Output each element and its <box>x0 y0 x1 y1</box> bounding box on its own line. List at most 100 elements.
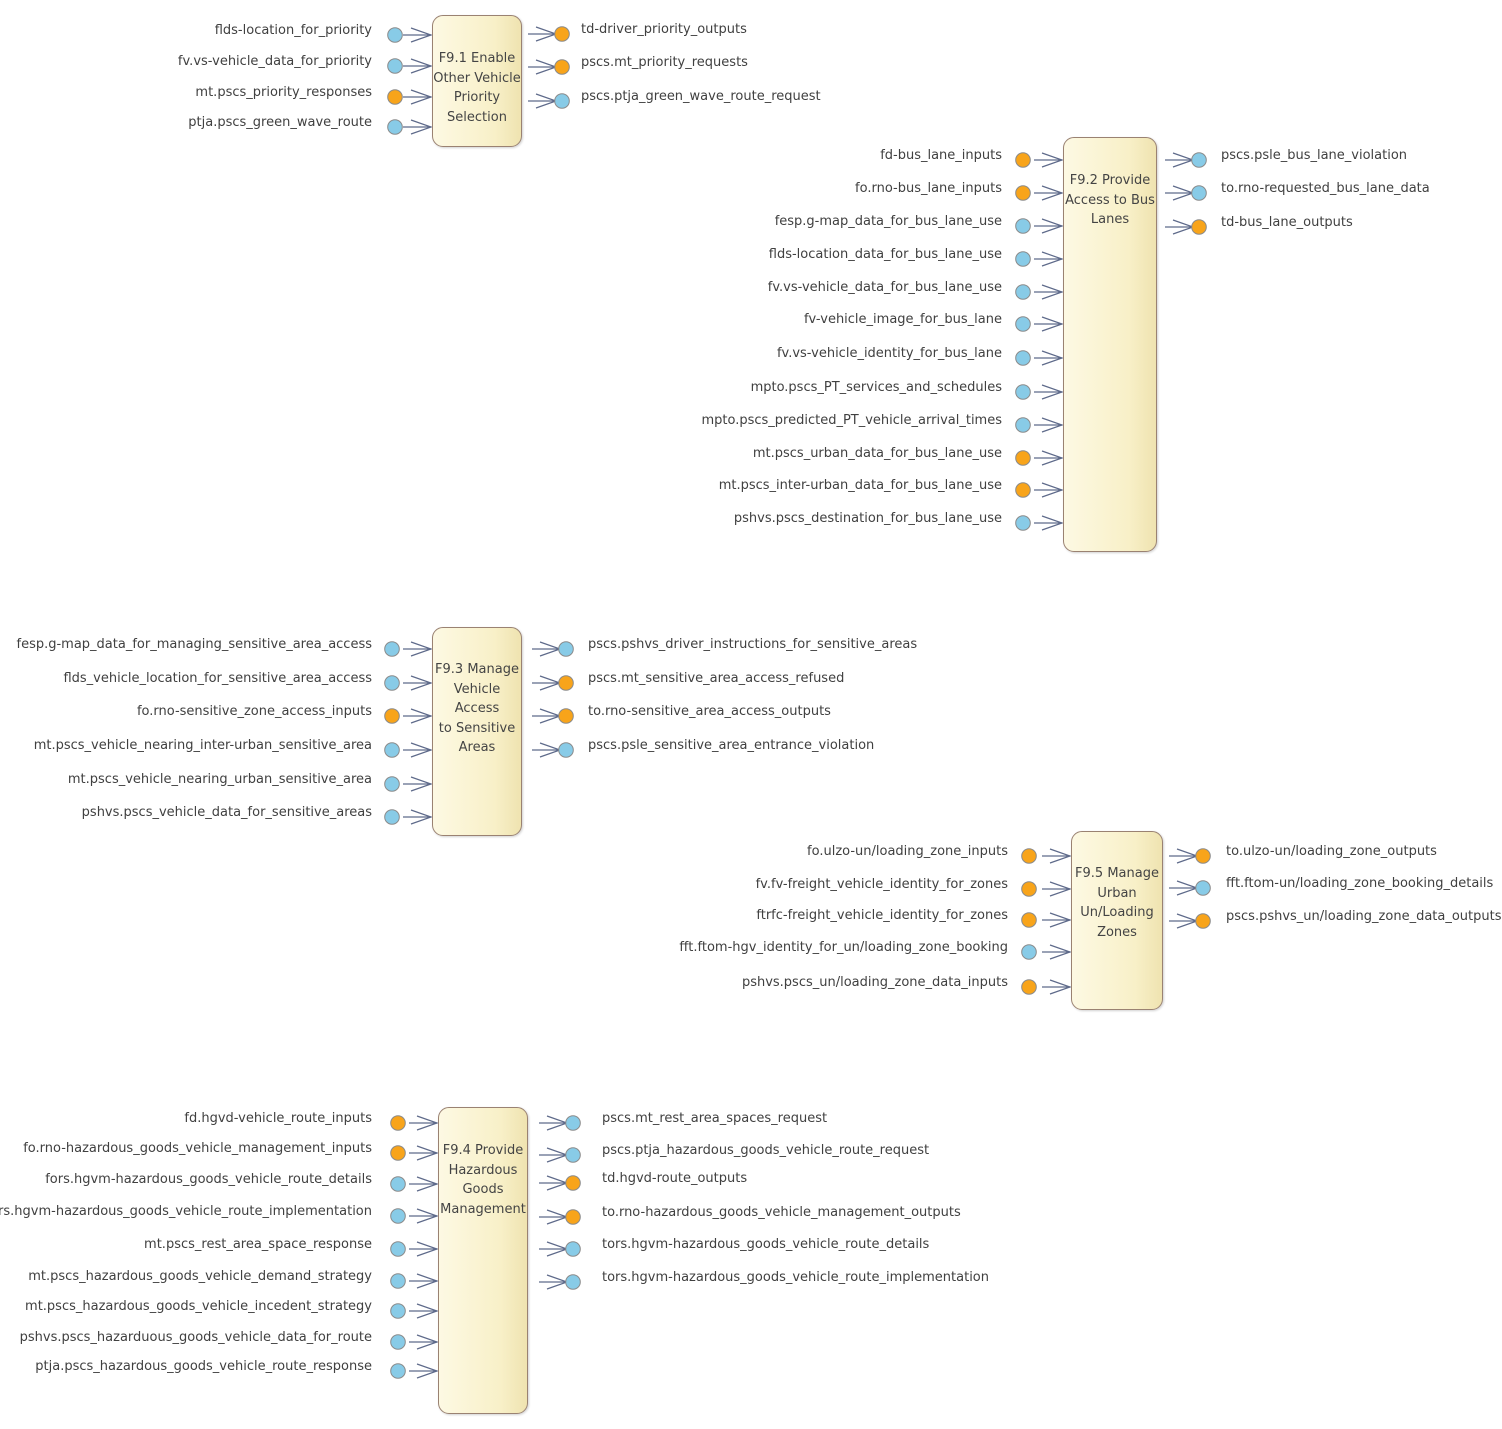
input-label: fv.vs-vehicle_data_for_bus_lane_use <box>767 280 1002 295</box>
output-label: pscs.ptja_green_wave_route_request <box>581 89 821 104</box>
input-label: ftrfc-freight_vehicle_identity_for_zones <box>756 908 1008 923</box>
activity-title: F9.3 Manage Vehicle Access to Sensitive … <box>435 662 519 755</box>
output-label: pscs.ptja_hazardous_goods_vehicle_route_… <box>602 1143 930 1158</box>
blue-output-port <box>565 1115 581 1131</box>
blue-input-port <box>390 1176 406 1192</box>
output-label: tors.hgvm-hazardous_goods_vehicle_route_… <box>602 1237 930 1252</box>
blue-output-port <box>558 641 574 657</box>
blue-output-port <box>1191 152 1207 168</box>
input-label: fesp.g-map_data_for_bus_lane_use <box>774 214 1002 229</box>
output-label: pscs.mt_sensitive_area_access_refused <box>588 671 845 686</box>
blue-output-port <box>1191 185 1207 201</box>
input-label: mt.pscs_priority_responses <box>195 85 372 100</box>
blue-input-port <box>1021 944 1037 960</box>
blue-input-port <box>390 1273 406 1289</box>
activity-box-f93[interactable]: F9.3 Manage Vehicle Access to Sensitive … <box>432 627 522 836</box>
input-label: fd.hgvd-vehicle_route_inputs <box>184 1111 372 1126</box>
orange-output-port <box>1195 848 1211 864</box>
input-label: pshvs.pscs_hazarduous_goods_vehicle_data… <box>19 1330 372 1345</box>
output-label: to.rno-sensitive_area_access_outputs <box>588 704 831 719</box>
output-label: to.ulzo-un/loading_zone_outputs <box>1226 844 1437 859</box>
activity-box-f94[interactable]: F9.4 Provide Hazardous Goods Management <box>438 1107 528 1414</box>
blue-input-port <box>384 742 400 758</box>
orange-output-port <box>554 59 570 75</box>
orange-input-port <box>1021 848 1037 864</box>
output-label: td-driver_priority_outputs <box>581 22 747 37</box>
input-label: mt.pscs_inter-urban_data_for_bus_lane_us… <box>718 478 1002 493</box>
orange-input-port <box>1015 152 1031 168</box>
orange-input-port <box>1021 912 1037 928</box>
blue-input-port <box>390 1334 406 1350</box>
blue-input-port <box>387 119 403 135</box>
input-label: fors.hgvm-hazardous_goods_vehicle_route_… <box>0 1204 372 1219</box>
blue-input-port <box>1015 218 1031 234</box>
blue-input-port <box>1015 515 1031 531</box>
input-label: flds-location_data_for_bus_lane_use <box>768 247 1002 262</box>
input-label: ptja.pscs_green_wave_route <box>188 115 372 130</box>
output-label: tors.hgvm-hazardous_goods_vehicle_route_… <box>602 1270 990 1285</box>
blue-output-port <box>554 93 570 109</box>
orange-output-port <box>554 26 570 42</box>
orange-input-port <box>390 1145 406 1161</box>
input-label: mt.pscs_vehicle_nearing_inter-urban_sens… <box>33 738 372 753</box>
input-label: fv.fv-freight_vehicle_identity_for_zones <box>755 877 1008 892</box>
input-label: mt.pscs_rest_area_space_response <box>144 1237 372 1252</box>
activity-diagram-canvas: F9.1 Enable Other Vehicle Priority Selec… <box>0 0 1502 1429</box>
input-label: mt.pscs_vehicle_nearing_urban_sensitive_… <box>67 772 372 787</box>
orange-input-port <box>1015 450 1031 466</box>
input-label: fft.ftom-hgv_identity_for_un/loading_zon… <box>679 940 1008 955</box>
input-label: fesp.g-map_data_for_managing_sensitive_a… <box>16 637 373 652</box>
orange-input-port <box>1021 881 1037 897</box>
input-label: mpto.pscs_PT_services_and_schedules <box>750 380 1002 395</box>
activity-box-f95[interactable]: F9.5 Manage Urban Un/Loading Zones <box>1071 831 1163 1010</box>
output-label: td.hgvd-route_outputs <box>602 1171 748 1186</box>
blue-input-port <box>387 27 403 43</box>
activity-title: F9.2 Provide Access to Bus Lanes <box>1065 173 1155 227</box>
orange-input-port <box>390 1115 406 1131</box>
output-label: to.rno-hazardous_goods_vehicle_managemen… <box>602 1205 961 1220</box>
blue-input-port <box>387 58 403 74</box>
input-label: fo.rno-bus_lane_inputs <box>855 181 1002 196</box>
orange-output-port <box>565 1175 581 1191</box>
output-label: fft.ftom-un/loading_zone_booking_details <box>1226 876 1494 891</box>
blue-output-port <box>565 1241 581 1257</box>
blue-input-port <box>384 675 400 691</box>
blue-input-port <box>390 1241 406 1257</box>
orange-input-port <box>384 708 400 724</box>
blue-output-port <box>565 1147 581 1163</box>
input-label: fo.rno-hazardous_goods_vehicle_managemen… <box>23 1141 372 1156</box>
blue-input-port <box>384 641 400 657</box>
orange-output-port <box>1195 913 1211 929</box>
input-label: fv.vs-vehicle_identity_for_bus_lane <box>776 346 1002 361</box>
input-label: fv.vs-vehicle_data_for_priority <box>177 54 372 69</box>
blue-input-port <box>1015 316 1031 332</box>
input-label: flds_vehicle_location_for_sensitive_area… <box>63 671 372 686</box>
output-label: pscs.mt_priority_requests <box>581 55 748 70</box>
blue-input-port <box>390 1208 406 1224</box>
orange-input-port <box>1015 482 1031 498</box>
output-label: pscs.mt_rest_area_spaces_request <box>602 1111 828 1126</box>
output-label: pscs.pshvs_driver_instructions_for_sensi… <box>588 637 918 652</box>
blue-input-port <box>390 1363 406 1379</box>
blue-output-port <box>565 1274 581 1290</box>
activity-title: F9.4 Provide Hazardous Goods Management <box>440 1143 526 1217</box>
blue-output-port <box>1195 880 1211 896</box>
input-label: mt.pscs_hazardous_goods_vehicle_demand_s… <box>28 1269 372 1284</box>
activity-box-f92[interactable]: F9.2 Provide Access to Bus Lanes <box>1063 137 1157 552</box>
blue-input-port <box>1015 417 1031 433</box>
activity-box-f91[interactable]: F9.1 Enable Other Vehicle Priority Selec… <box>432 15 522 147</box>
input-label: mpto.pscs_predicted_PT_vehicle_arrival_t… <box>701 413 1002 428</box>
blue-input-port <box>1015 251 1031 267</box>
orange-input-port <box>1021 979 1037 995</box>
input-label: pshvs.pscs_un/loading_zone_data_inputs <box>741 975 1008 990</box>
blue-input-port <box>1015 284 1031 300</box>
input-label: pshvs.pscs_destination_for_bus_lane_use <box>733 511 1002 526</box>
output-label: to.rno-requested_bus_lane_data <box>1221 181 1430 196</box>
output-label: pscs.psle_sensitive_area_entrance_violat… <box>588 738 875 753</box>
orange-input-port <box>1015 185 1031 201</box>
blue-input-port <box>390 1303 406 1319</box>
orange-output-port <box>1191 219 1207 235</box>
input-label: fv-vehicle_image_for_bus_lane <box>803 312 1002 327</box>
blue-input-port <box>1015 350 1031 366</box>
input-label: pshvs.pscs_vehicle_data_for_sensitive_ar… <box>81 805 372 820</box>
